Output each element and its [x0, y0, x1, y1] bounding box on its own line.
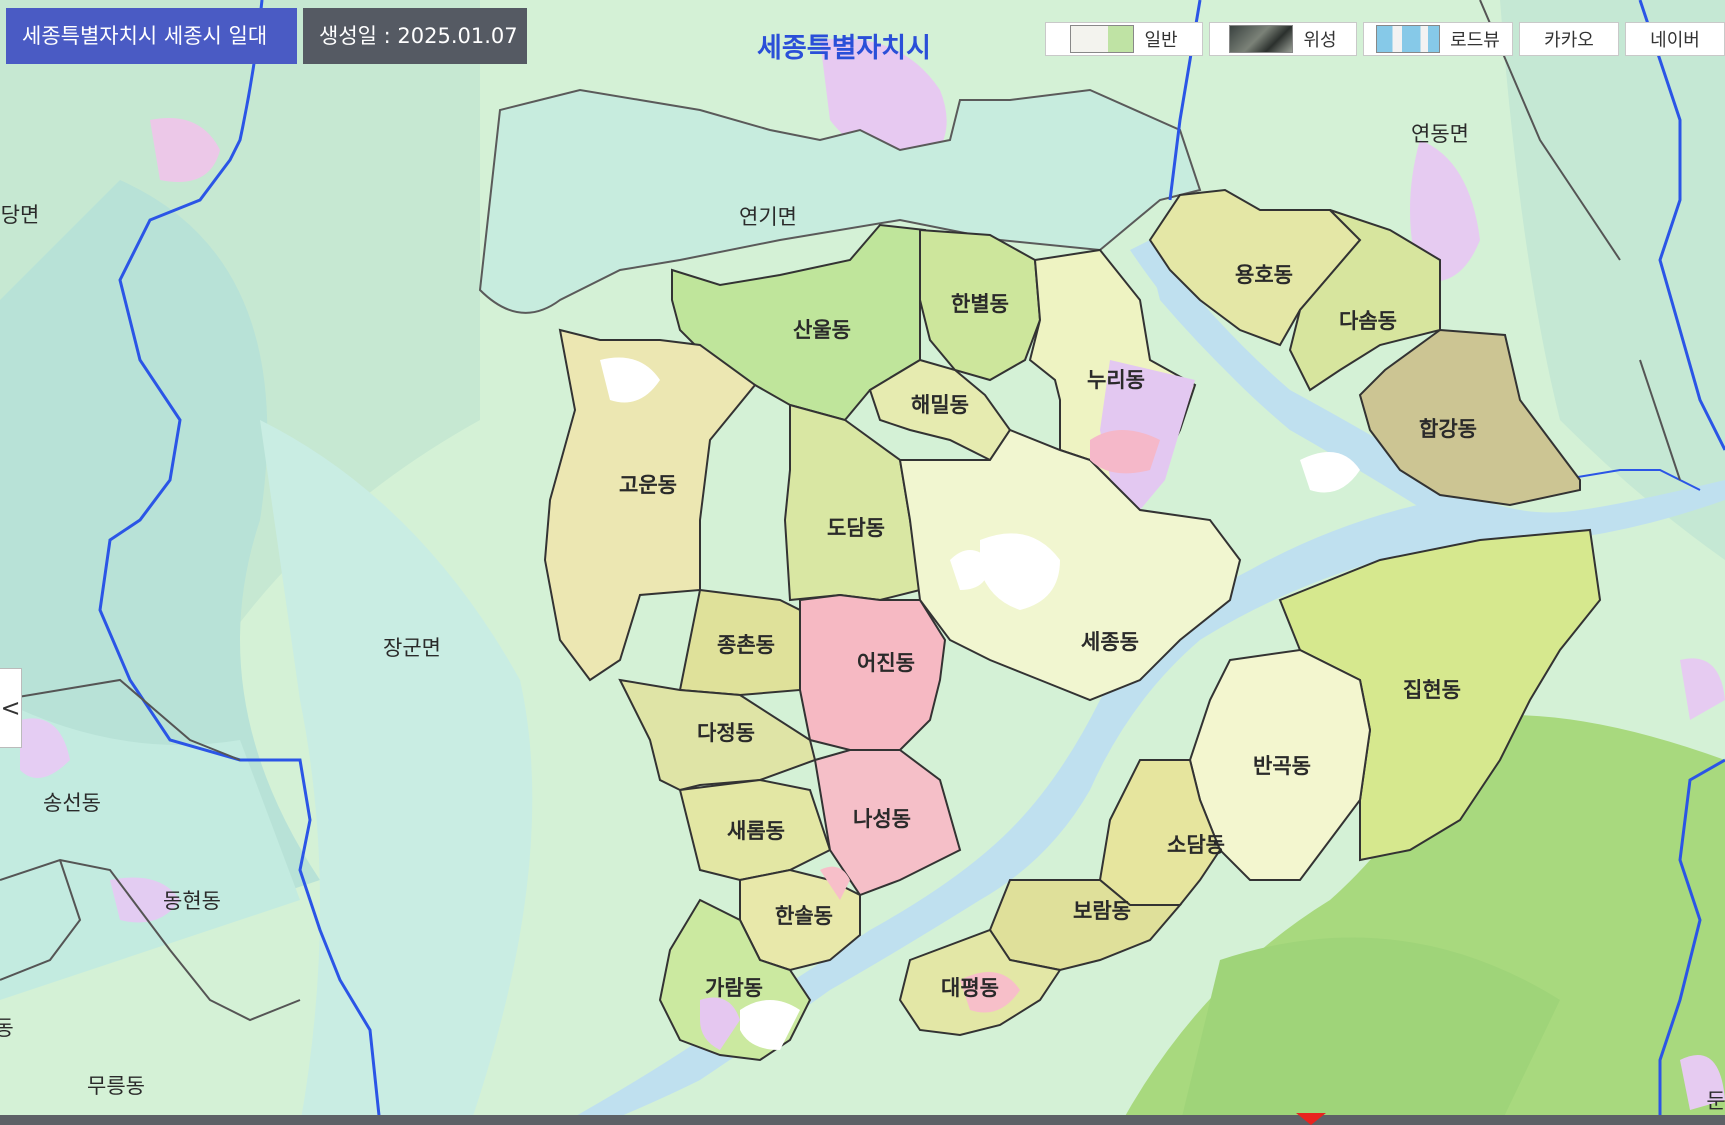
- map-place-donghyeon: 동현동: [163, 889, 221, 913]
- generated-date-badge: 생성일 : 2025.01.07: [303, 8, 527, 64]
- map-canvas[interactable]: 세종특별자치시 연기면 연동면 장군면 당면 송선동 동현동 무릉동 동 둔 산…: [0, 0, 1725, 1125]
- label-dasom: 다솜동: [1339, 309, 1397, 333]
- map-place-mureung: 무릉동: [87, 1074, 145, 1098]
- label-boram: 보람동: [1073, 899, 1131, 923]
- label-sodam: 소담동: [1167, 833, 1225, 857]
- side-panel-toggle-button[interactable]: <: [0, 668, 22, 748]
- location-marker-icon[interactable]: [1296, 1113, 1326, 1125]
- label-hapgang: 합강동: [1419, 417, 1477, 441]
- satellite-map-thumbnail-icon: [1229, 25, 1294, 53]
- roadview-map-thumbnail-icon: [1376, 25, 1441, 53]
- normal-map-thumbnail-icon: [1070, 25, 1135, 53]
- map-city-label: 세종특별자치시: [757, 33, 931, 64]
- map-type-satellite-label: 위성: [1303, 30, 1337, 51]
- label-hansol: 한솔동: [775, 904, 833, 928]
- map-type-roadview-button[interactable]: 로드뷰: [1363, 22, 1513, 56]
- label-haemil: 해밀동: [911, 393, 969, 417]
- label-jongchon: 종촌동: [717, 633, 775, 657]
- label-eojin: 어진동: [857, 651, 915, 675]
- map-place-dun-edge: 둔: [1706, 1089, 1725, 1113]
- map-type-normal-button[interactable]: 일반: [1045, 22, 1203, 56]
- map-type-switcher: 일반 위성 로드뷰 카카오 네이버: [1045, 22, 1725, 58]
- label-goun: 고운동: [619, 473, 677, 497]
- label-dodam: 도담동: [827, 516, 885, 540]
- map-type-satellite-button[interactable]: 위성: [1209, 22, 1357, 56]
- label-nuri: 누리동: [1087, 368, 1145, 392]
- label-sejong: 세종동: [1081, 630, 1139, 654]
- region-title-badge: 세종특별자치시 세종시 일대: [6, 8, 297, 64]
- map-type-roadview-label: 로드뷰: [1450, 30, 1500, 51]
- kakao-map-link[interactable]: 카카오: [1519, 22, 1619, 56]
- label-sanul: 산울동: [793, 318, 851, 342]
- map-type-normal-label: 일반: [1144, 30, 1178, 51]
- label-daepyeong: 대평동: [941, 976, 999, 1000]
- label-bangok: 반곡동: [1253, 754, 1311, 778]
- map-place-yeondong: 연동면: [1411, 122, 1469, 146]
- label-hanbyeol: 한별동: [951, 292, 1009, 316]
- map-place-janggun: 장군면: [383, 636, 441, 660]
- label-jiphyeon: 집현동: [1403, 678, 1461, 702]
- bottom-bar: [0, 1115, 1725, 1125]
- map-place-songseon: 송선동: [43, 791, 101, 815]
- label-saerom: 새롬동: [727, 819, 785, 843]
- map-place-dong-edge: 동: [0, 1016, 14, 1040]
- map-place-dangmyeon: 당면: [1, 203, 40, 227]
- label-dajeong: 다정동: [697, 721, 755, 745]
- label-naseong: 나성동: [853, 807, 911, 831]
- label-garam: 가람동: [705, 976, 763, 1000]
- naver-map-link[interactable]: 네이버: [1625, 22, 1725, 56]
- map-place-yeongi: 연기면: [739, 205, 797, 229]
- label-yongho: 용호동: [1235, 263, 1293, 287]
